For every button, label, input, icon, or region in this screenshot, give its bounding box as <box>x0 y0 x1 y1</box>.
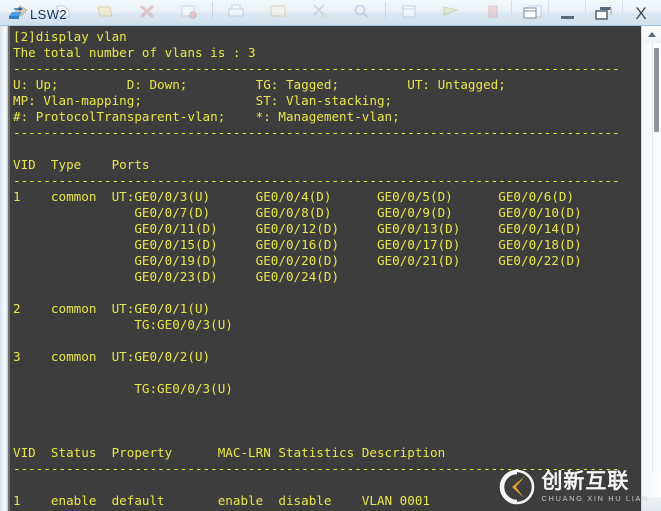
terminal-line: TG:GE0/0/3(U) <box>13 381 233 396</box>
maximize-button[interactable] <box>585 1 622 25</box>
terminal-line: GE0/0/23(D) GE0/0/24(D) <box>13 269 340 284</box>
terminal-line: ----------------------------------------… <box>13 173 620 188</box>
terminal-line: GE0/0/7(D) GE0/0/8(D) GE0/0/9(D) GE0/0/1… <box>13 205 582 220</box>
window-title: LSW2 <box>30 6 68 22</box>
scrollbar-bottom-cap <box>642 497 661 511</box>
terminal-line: ----------------------------------------… <box>13 125 620 140</box>
terminal-left-bevel <box>0 26 8 511</box>
window-titlebar: LSW2 X <box>0 0 661 26</box>
scrollbar-thumb[interactable] <box>654 48 659 132</box>
terminal-line: VID Type Ports <box>13 157 150 172</box>
chevron-up-icon <box>647 32 656 37</box>
terminal-line: VID Status Property MAC-LRN Statistics D… <box>13 445 446 460</box>
terminal-line: U: Up; D: Down; TG: Tagged; UT: Untagged… <box>13 77 506 92</box>
terminal-line: 1 common UT:GE0/0/3(U) GE0/0/4(D) GE0/0/… <box>13 189 575 204</box>
scroll-up-button[interactable] <box>642 26 661 43</box>
terminal-line: GE0/0/11(D) GE0/0/12(D) GE0/0/13(D) GE0/… <box>13 221 582 236</box>
minimize-button[interactable] <box>548 1 585 25</box>
terminal-area: [2]display vlan The total number of vlans… <box>0 26 661 511</box>
terminal-line: The total number of vlans is : 3 <box>13 45 256 60</box>
terminal-line: ----------------------------------------… <box>13 461 620 476</box>
close-icon: X <box>635 3 647 23</box>
terminal-line: 3 common UT:GE0/0/2(U) <box>13 349 211 364</box>
terminal-line: #: ProtocolTransparent-vlan; *: Manageme… <box>13 109 400 124</box>
terminal-line: 1 enable default enable disable VLAN 000… <box>13 493 431 508</box>
close-button[interactable]: X <box>622 1 659 25</box>
terminal-line: 2 common UT:GE0/0/1(U) <box>13 301 211 316</box>
terminal-output[interactable]: [2]display vlan The total number of vlans… <box>10 26 641 511</box>
window-controls: X <box>511 0 659 26</box>
terminal-text: [2]display vlan The total number of vlans… <box>10 26 641 511</box>
vertical-scrollbar[interactable] <box>641 26 661 511</box>
terminal-line: GE0/0/15(D) GE0/0/16(D) GE0/0/17(D) GE0/… <box>13 237 582 252</box>
terminal-line: ----------------------------------------… <box>13 61 620 76</box>
terminal-line: MP: Vlan-mapping; ST: Vlan-stacking; <box>13 93 393 108</box>
terminal-line: GE0/0/19(D) GE0/0/20(D) GE0/0/21(D) GE0/… <box>13 253 582 268</box>
switch-icon <box>8 6 25 22</box>
minimize-icon <box>560 15 574 19</box>
lsw2-cli-window: LSW2 X [2]display vlan The total number o… <box>0 0 661 511</box>
terminal-line: TG:GE0/0/3(U) <box>13 317 233 332</box>
terminal-line: [2]display vlan <box>13 29 127 44</box>
restore-button[interactable] <box>511 1 548 25</box>
